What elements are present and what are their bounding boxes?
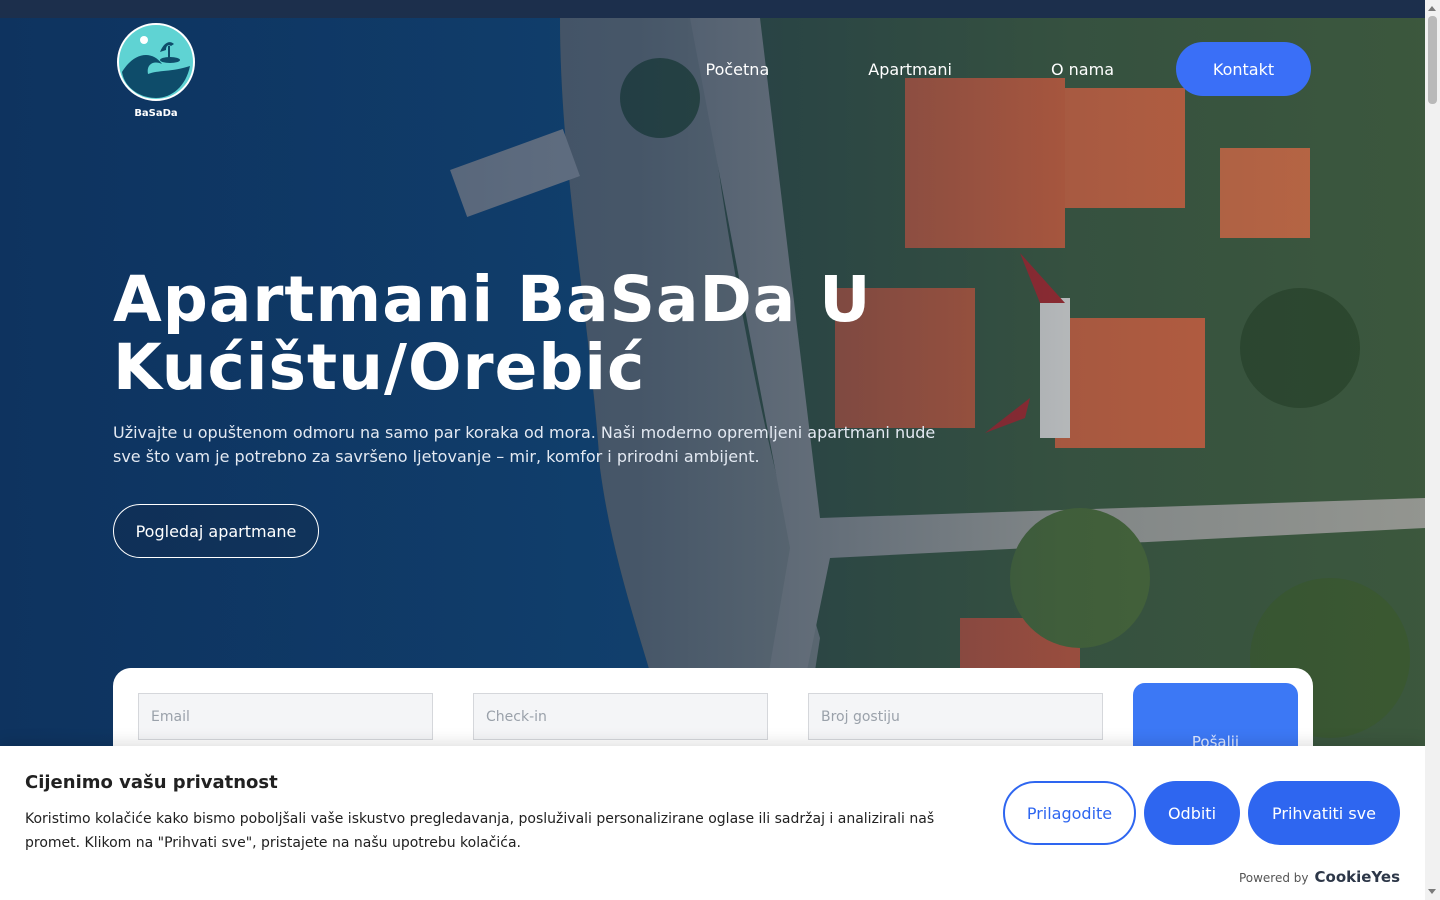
checkin-field[interactable]: Check-in bbox=[473, 693, 768, 740]
contact-button[interactable]: Kontakt bbox=[1176, 42, 1311, 96]
browser-top-strip bbox=[0, 0, 1425, 18]
nav-link-pocetna[interactable]: Početna bbox=[706, 60, 770, 79]
main-nav: Početna Apartmani O nama Kontakt bbox=[706, 42, 1311, 96]
scroll-down-arrow-icon[interactable] bbox=[1428, 889, 1436, 894]
scroll-thumb[interactable] bbox=[1428, 16, 1437, 104]
email-field[interactable]: Email bbox=[138, 693, 433, 740]
nav-link-o-nama[interactable]: O nama bbox=[1051, 60, 1114, 79]
cookie-banner: Cijenimo vašu privatnost Koristimo kolač… bbox=[0, 746, 1425, 900]
hero-title-line2: Kućištu/Orebić bbox=[113, 331, 646, 404]
logo-text: BaSaDa bbox=[134, 108, 178, 119]
wave-logo-icon bbox=[117, 23, 195, 101]
guests-field[interactable]: Broj gostiju bbox=[808, 693, 1103, 740]
hero-title: Apartmani BaSaDa U Kućištu/Orebić bbox=[113, 266, 1013, 402]
view-apartments-button[interactable]: Pogledaj apartmane bbox=[113, 504, 319, 558]
cookie-customize-button[interactable]: Prilagodite bbox=[1003, 781, 1136, 845]
cookieyes-logo[interactable]: CookieYes bbox=[1315, 868, 1401, 886]
powered-by-label: Powered by bbox=[1238, 871, 1309, 885]
powered-by: Powered by CookieYes bbox=[1239, 868, 1400, 886]
scroll-up-arrow-icon[interactable] bbox=[1428, 6, 1436, 11]
page-scrollbar[interactable] bbox=[1425, 0, 1440, 900]
cookie-text: Koristimo kolačiće kako bismo poboljšali… bbox=[25, 811, 935, 851]
cookie-title: Cijenimo vašu privatnost bbox=[25, 772, 278, 793]
hero-title-line1: Apartmani BaSaDa U bbox=[113, 263, 872, 336]
hero-subtitle: Uživajte u opuštenom odmoru na samo par … bbox=[113, 423, 936, 466]
cookie-reject-button[interactable]: Odbiti bbox=[1144, 781, 1240, 845]
cookie-accept-all-button[interactable]: Prihvatiti sve bbox=[1248, 781, 1400, 845]
nav-link-apartmani[interactable]: Apartmani bbox=[868, 60, 952, 79]
brand-logo[interactable]: BaSaDa bbox=[116, 22, 196, 122]
